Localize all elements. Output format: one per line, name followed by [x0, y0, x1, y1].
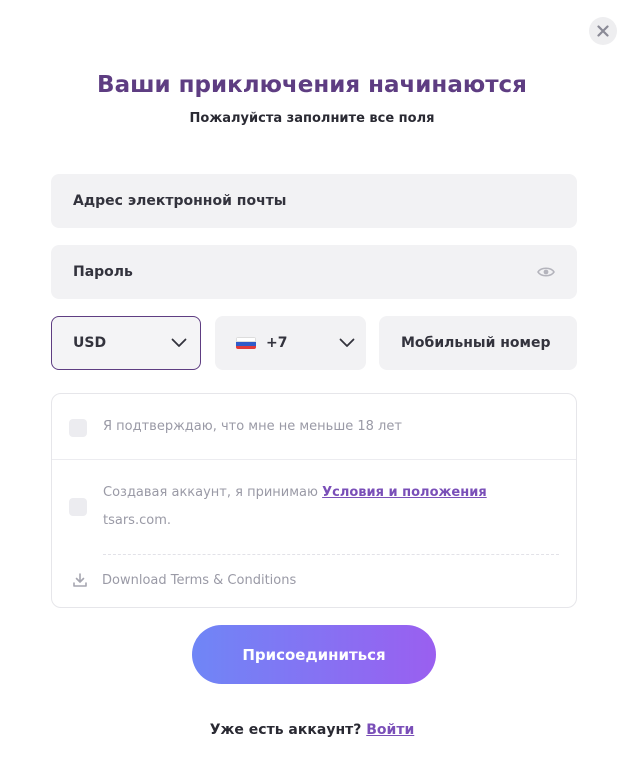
currency-select[interactable]: USD	[51, 316, 201, 370]
mobile-placeholder: Мобильный номер	[401, 335, 551, 351]
join-button[interactable]: Присоединиться	[192, 625, 436, 684]
terms-suffix: tsars.com.	[103, 513, 171, 528]
password-placeholder: Пароль	[73, 264, 133, 280]
phone-code-select[interactable]: +7	[215, 316, 366, 370]
terms-checkbox[interactable]	[69, 498, 87, 516]
divider	[52, 459, 576, 460]
currency-value: USD	[73, 335, 107, 351]
modal-subtitle: Пожалуйста заполните все поля	[189, 111, 435, 126]
password-field[interactable]: Пароль	[51, 245, 577, 299]
download-icon	[73, 573, 87, 587]
terms-consent-text: Создавая аккаунт, я принимаю Условия и п…	[103, 485, 487, 500]
signup-modal: Ваши приключения начинаются Пожалуйста з…	[0, 0, 624, 757]
age-consent-text: Я подтверждаю, что мне не меньше 18 лет	[103, 419, 402, 434]
chevron-down-icon	[170, 334, 188, 352]
email-field[interactable]: Адрес электронной почты	[51, 174, 577, 228]
terms-link[interactable]: Условия и положения	[322, 485, 487, 500]
download-terms-text: Download Terms & Conditions	[102, 572, 297, 588]
phone-code-value: +7	[266, 335, 288, 351]
close-icon	[597, 25, 609, 37]
login-row: Уже есть аккаунт? Войти	[0, 722, 624, 738]
login-link[interactable]: Войти	[366, 722, 414, 738]
close-button[interactable]	[589, 17, 617, 45]
download-terms-link[interactable]: Download Terms & Conditions	[72, 572, 296, 588]
modal-title: Ваши приключения начинаются	[97, 72, 527, 98]
eye-icon[interactable]	[537, 263, 555, 281]
terms-prefix: Создавая аккаунт, я принимаю	[103, 485, 318, 500]
login-prompt: Уже есть аккаунт?	[209, 722, 362, 738]
chevron-down-icon	[338, 334, 356, 352]
age-checkbox[interactable]	[69, 419, 87, 437]
consent-box: Я подтверждаю, что мне не меньше 18 лет …	[51, 393, 577, 608]
russia-flag-icon	[236, 337, 256, 349]
mobile-number-field[interactable]: Мобильный номер	[379, 316, 577, 370]
dashed-divider	[103, 554, 559, 555]
email-placeholder: Адрес электронной почты	[73, 193, 287, 209]
